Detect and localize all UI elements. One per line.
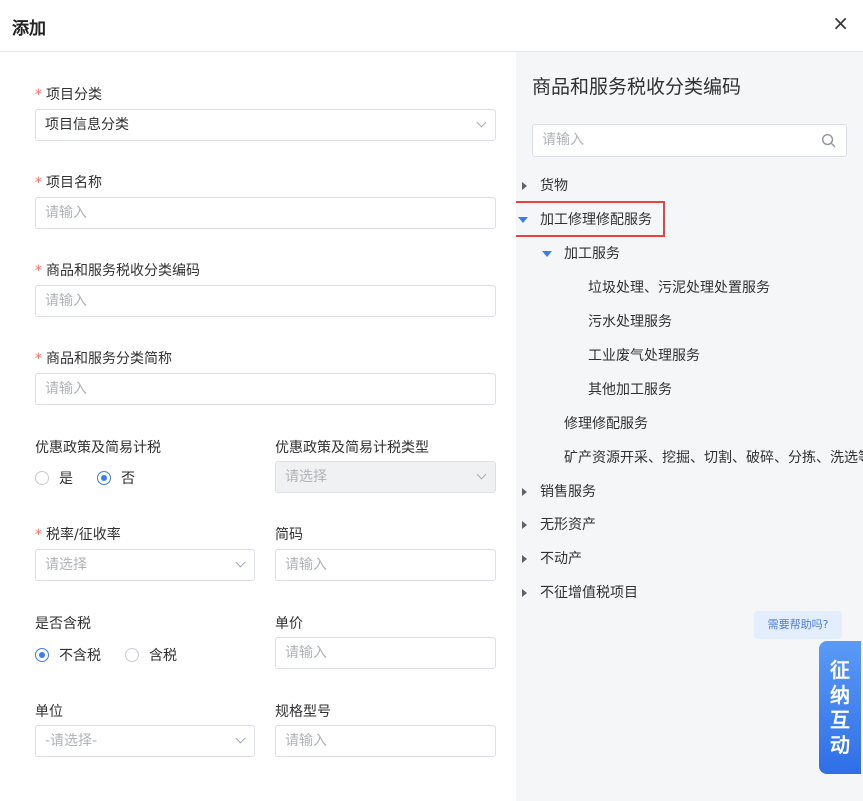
preferential-type-select: 请选择	[275, 461, 496, 493]
short-name-label: * 商品和服务分类简称	[35, 351, 172, 367]
short-name-input[interactable]: 请输入	[35, 373, 496, 405]
form-panel: * 项目分类 项目信息分类 * 项目名称 请输入 * 商品和服务税收分类编码 请输入 …	[0, 52, 516, 801]
caret-right-icon	[522, 182, 527, 190]
caret-right-icon	[522, 555, 527, 563]
chevron-down-icon	[476, 117, 487, 128]
caret-down-icon	[518, 217, 528, 223]
dialog-title: 添加	[12, 19, 46, 39]
caret-right-icon	[522, 521, 527, 529]
dialog-header: 添加 ×	[0, 0, 863, 52]
tree-node-mining[interactable]: 矿产资源开采、挖掘、切割、破碎、分拣、洗选等	[564, 448, 863, 468]
abbr-input[interactable]: 请输入	[275, 549, 496, 581]
abbr-label: 简码	[275, 527, 303, 543]
tree-node-repair[interactable]: 修理修配服务	[564, 414, 648, 434]
radio-circle-checked	[35, 648, 49, 662]
search-icon[interactable]	[821, 133, 836, 148]
name-input[interactable]: 请输入	[35, 197, 496, 229]
help-bubble[interactable]: 需要帮助吗?	[754, 611, 842, 639]
radio-circle	[35, 471, 49, 485]
radio-circle-checked	[97, 471, 111, 485]
tax-included-label: 是否含税	[35, 616, 91, 632]
category-select[interactable]: 项目信息分类	[35, 109, 496, 141]
interaction-widget[interactable]: 征 纳 互 动	[819, 641, 861, 774]
unit-select[interactable]: -请选择-	[35, 725, 255, 757]
preferential-label: 优惠政策及简易计税	[35, 440, 161, 456]
name-label: * 项目名称	[35, 175, 102, 191]
tax-rate-label: * 税率/征收率	[35, 527, 121, 543]
caret-down-icon	[542, 251, 552, 257]
caret-right-icon	[522, 589, 527, 597]
category-label: * 项目分类	[35, 87, 102, 103]
unit-label: 单位	[35, 704, 63, 720]
radio-circle	[125, 648, 139, 662]
tax-included-radio-yes[interactable]: 含税	[125, 645, 177, 665]
price-label: 单价	[275, 616, 303, 632]
tree-node-garbage[interactable]: 垃圾处理、污泥处理处置服务	[588, 278, 770, 298]
tax-code-input[interactable]: 请输入	[35, 285, 496, 317]
tax-rate-select[interactable]: 请选择	[35, 549, 255, 581]
preferential-radio-yes[interactable]: 是	[35, 468, 73, 488]
panel-title: 商品和服务税收分类编码	[532, 76, 742, 98]
preferential-radio-no[interactable]: 否	[97, 468, 135, 488]
tree-node-other-processing[interactable]: 其他加工服务	[588, 380, 672, 400]
chevron-down-icon	[235, 557, 246, 568]
tax-included-radio-no[interactable]: 不含税	[35, 645, 101, 665]
category-value: 项目信息分类	[45, 117, 129, 133]
close-icon[interactable]: ×	[832, 13, 849, 33]
tax-code-tree-panel: 商品和服务税收分类编码 请输入 货物 加工修理修配服务 加工服务 垃圾处理、污泥…	[516, 52, 863, 801]
caret-right-icon	[522, 488, 527, 496]
spec-input[interactable]: 请输入	[275, 725, 496, 757]
spec-label: 规格型号	[275, 704, 331, 720]
tax-code-label: * 商品和服务税收分类编码	[35, 263, 200, 279]
price-input[interactable]: 请输入	[275, 637, 496, 669]
tree-search-input[interactable]: 请输入	[532, 124, 847, 157]
tree-node-sewage[interactable]: 污水处理服务	[588, 312, 672, 332]
chevron-down-icon	[235, 733, 246, 744]
tree-node-exhaust[interactable]: 工业废气处理服务	[588, 346, 700, 366]
chevron-down-icon	[476, 469, 487, 480]
preferential-type-label: 优惠政策及简易计税类型	[275, 440, 429, 456]
